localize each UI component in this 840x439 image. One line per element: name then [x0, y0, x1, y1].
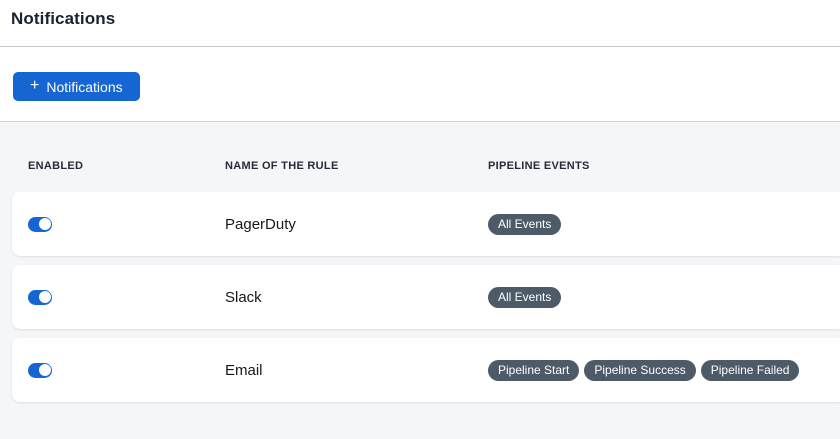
- event-badge: Pipeline Failed: [701, 360, 800, 381]
- page-header: Notifications: [0, 0, 840, 28]
- rule-name: PagerDuty: [225, 216, 488, 233]
- add-notifications-label: Notifications: [46, 79, 122, 95]
- notification-rule-row[interactable]: Email Pipeline Start Pipeline Success Pi…: [12, 338, 840, 402]
- enabled-cell: [28, 217, 225, 232]
- enabled-cell: [28, 363, 225, 378]
- notification-rule-row[interactable]: PagerDuty All Events: [12, 192, 840, 256]
- event-badge: All Events: [488, 214, 561, 235]
- enabled-toggle[interactable]: [28, 290, 52, 305]
- event-badge: All Events: [488, 287, 561, 308]
- enabled-cell: [28, 290, 225, 305]
- event-badge: Pipeline Success: [584, 360, 695, 381]
- toggle-knob: [39, 364, 51, 376]
- add-notifications-button[interactable]: + Notifications: [13, 72, 140, 101]
- action-bar: + Notifications: [13, 72, 840, 101]
- rule-name: Email: [225, 362, 488, 379]
- event-badge: Pipeline Start: [488, 360, 579, 381]
- column-header-pipeline-events: PIPELINE EVENTS: [488, 161, 840, 172]
- toggle-knob: [39, 218, 51, 230]
- notification-rule-row[interactable]: Slack All Events: [12, 265, 840, 329]
- page-title: Notifications: [11, 9, 840, 28]
- pipeline-events-cell: All Events: [488, 287, 840, 308]
- rule-name: Slack: [225, 289, 488, 306]
- column-header-enabled: ENABLED: [28, 161, 225, 172]
- pipeline-events-cell: All Events: [488, 214, 840, 235]
- header-divider: [0, 46, 840, 47]
- plus-icon: +: [30, 78, 39, 94]
- enabled-toggle[interactable]: [28, 363, 52, 378]
- pipeline-events-cell: Pipeline Start Pipeline Success Pipeline…: [488, 360, 840, 381]
- notifications-table-panel: ENABLED NAME OF THE RULE PIPELINE EVENTS…: [0, 121, 840, 439]
- toggle-knob: [39, 291, 51, 303]
- table-body: PagerDuty All Events Slack All Events: [0, 192, 840, 402]
- column-header-rule-name: NAME OF THE RULE: [225, 161, 488, 172]
- enabled-toggle[interactable]: [28, 217, 52, 232]
- table-header-row: ENABLED NAME OF THE RULE PIPELINE EVENTS: [0, 122, 840, 172]
